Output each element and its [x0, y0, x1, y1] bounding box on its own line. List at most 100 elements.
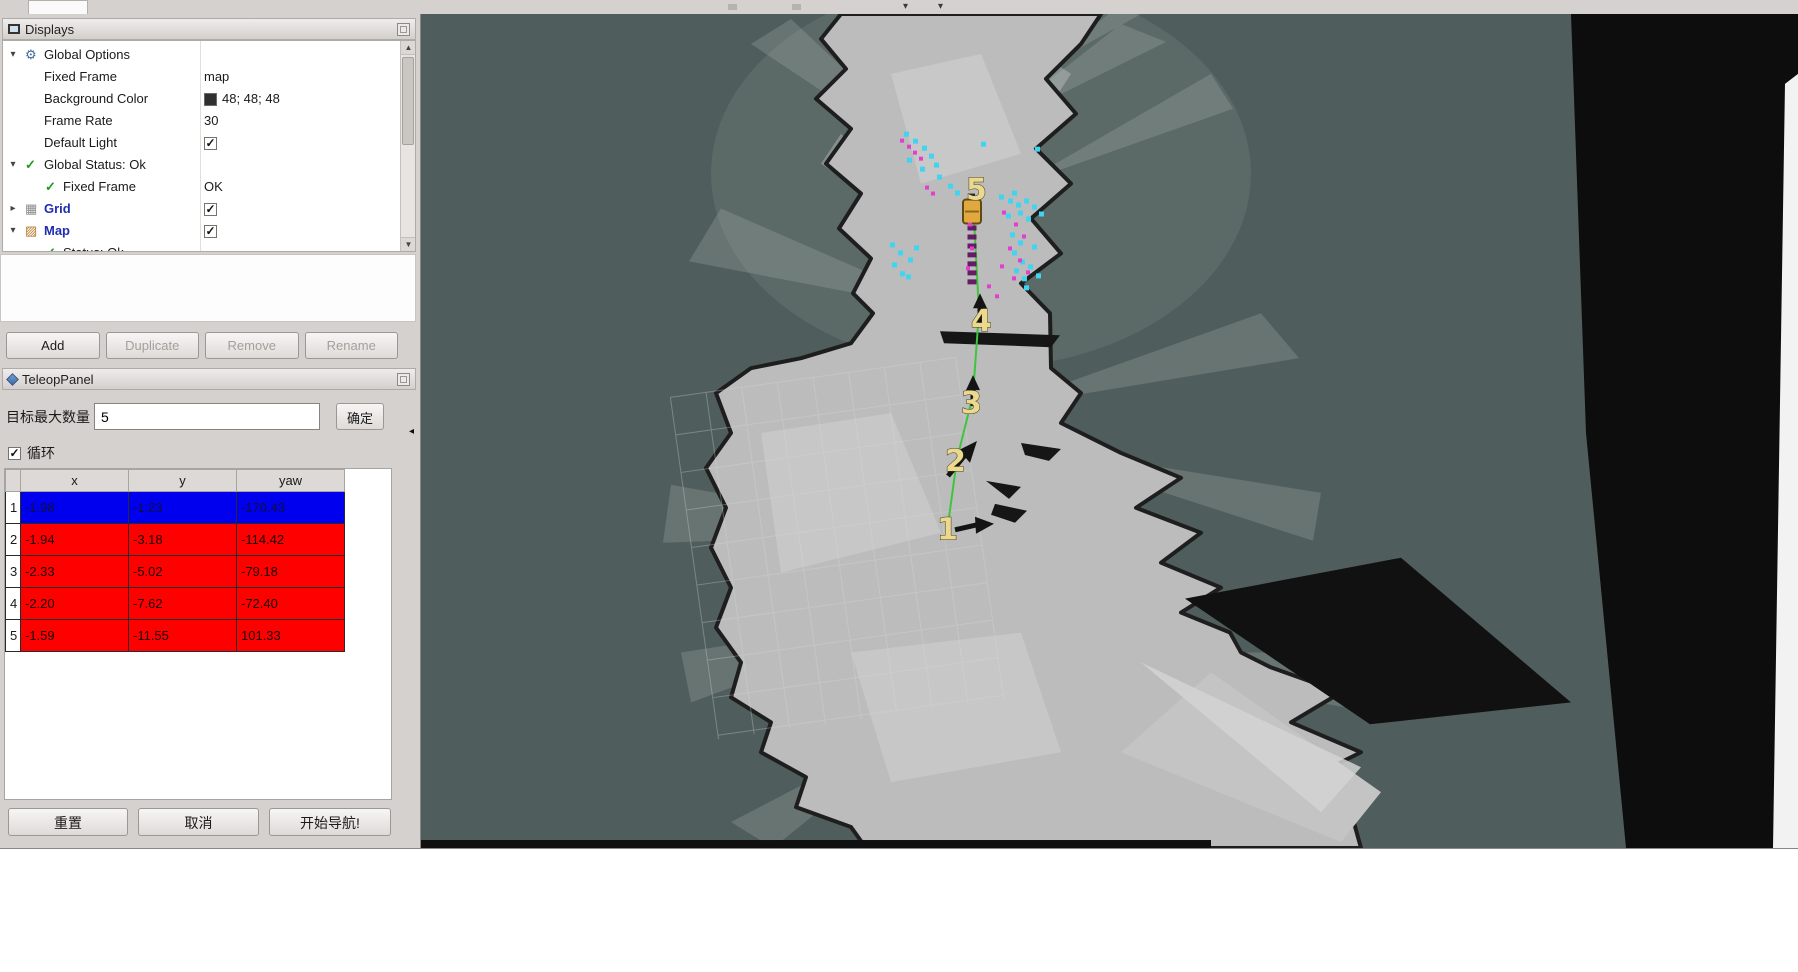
- expander-icon[interactable]: ▾: [7, 154, 19, 176]
- table-row[interactable]: 1 -1.98 -1.23 -170.43: [6, 492, 345, 524]
- fixed-frame-status-value: OK: [204, 176, 223, 198]
- default-light-checkbox[interactable]: ✓: [204, 137, 217, 150]
- scroll-down-icon[interactable]: ▼: [401, 237, 416, 251]
- float-panel-button[interactable]: [397, 373, 410, 386]
- waypoint-label-2: 2: [945, 444, 966, 479]
- reset-button[interactable]: 重置: [8, 808, 128, 836]
- tree-label: Fixed Frame: [63, 176, 136, 198]
- dropdown-caret-icon[interactable]: ▾: [903, 0, 908, 14]
- column-header-y[interactable]: y: [129, 470, 237, 492]
- row-index[interactable]: 1: [6, 492, 21, 524]
- loop-checkbox[interactable]: ✓: [8, 447, 21, 460]
- table-row[interactable]: 5 -1.59 -11.55 101.33: [6, 620, 345, 652]
- cell-yaw[interactable]: 101.33: [237, 620, 345, 652]
- cell-x[interactable]: -2.20: [21, 588, 129, 620]
- waypoint-label-5: 5: [966, 173, 987, 208]
- tree-row-grid[interactable]: ▸ ▦ Grid ✓: [3, 198, 400, 220]
- row-index[interactable]: 4: [6, 588, 21, 620]
- confirm-button[interactable]: 确定: [336, 403, 384, 430]
- tree-scrollbar[interactable]: ▲ ▼: [400, 41, 415, 251]
- scrollbar-thumb[interactable]: [402, 57, 414, 145]
- expander-icon[interactable]: ▾: [7, 44, 19, 66]
- toolbar-button-icon[interactable]: [792, 4, 801, 10]
- scroll-up-icon[interactable]: ▲: [401, 41, 416, 55]
- tree-row-background-color[interactable]: Background Color 48; 48; 48: [3, 88, 400, 110]
- row-index[interactable]: 2: [6, 524, 21, 556]
- tree-row-map[interactable]: ▾ ▨ Map ✓: [3, 220, 400, 242]
- cell-y[interactable]: -3.18: [129, 524, 237, 556]
- tree-row-map-status-clipped[interactable]: ✓ Status: Ok: [3, 242, 400, 252]
- cell-x[interactable]: -1.59: [21, 620, 129, 652]
- teleop-panel-title: TeleopPanel: [2, 368, 416, 390]
- tree-label: Global Options: [44, 44, 130, 66]
- rviz-3d-view[interactable]: 1 2 3 4 5: [421, 14, 1798, 848]
- cell-x[interactable]: -2.33: [21, 556, 129, 588]
- corner-header: [6, 470, 21, 492]
- cell-y[interactable]: -7.62: [129, 588, 237, 620]
- waypoint-label-1: 1: [937, 513, 958, 548]
- cell-x[interactable]: -1.98: [21, 492, 129, 524]
- tree-label: Frame Rate: [44, 110, 113, 132]
- table-row[interactable]: 2 -1.94 -3.18 -114.42: [6, 524, 345, 556]
- tree-row-global-options[interactable]: ▾ ⚙ Global Options: [3, 44, 400, 66]
- cell-x[interactable]: -1.94: [21, 524, 129, 556]
- tree-label: Status: Ok: [63, 242, 124, 252]
- map-canvas: 1 2 3 4 5: [421, 14, 1798, 848]
- cell-yaw[interactable]: -79.18: [237, 556, 345, 588]
- toolbar-strip: ▾ ▾: [0, 0, 1798, 14]
- float-panel-button[interactable]: [397, 23, 410, 36]
- grid-enabled-checkbox[interactable]: ✓: [204, 203, 217, 216]
- waypoint-table-container: x y yaw 1 -1.98 -1.23 -170.43 2 -1.94: [4, 468, 392, 800]
- toolbar-button-icon[interactable]: [728, 4, 737, 10]
- goal-count-label: 目标最大数量: [6, 407, 90, 427]
- displays-panel-title: Displays: [2, 18, 416, 40]
- displays-tree: ▾ ⚙ Global Options Fixed Frame map Backg…: [2, 40, 416, 252]
- goal-count-input[interactable]: [94, 403, 320, 430]
- status-ok-icon: ✓: [45, 176, 56, 198]
- duplicate-display-button: Duplicate: [106, 332, 200, 359]
- tree-row-frame-rate[interactable]: Frame Rate 30: [3, 110, 400, 132]
- frame-rate-value[interactable]: 30: [204, 110, 218, 132]
- toolbar-tab[interactable]: [28, 0, 88, 14]
- remove-display-button: Remove: [205, 332, 299, 359]
- displays-icon: [8, 24, 20, 34]
- table-row[interactable]: 4 -2.20 -7.62 -72.40: [6, 588, 345, 620]
- add-display-button[interactable]: Add: [6, 332, 100, 359]
- cell-yaw[interactable]: -114.42: [237, 524, 345, 556]
- loop-checkbox-label: 循环: [27, 443, 55, 463]
- table-row[interactable]: 3 -2.33 -5.02 -79.18: [6, 556, 345, 588]
- color-swatch: [204, 93, 217, 106]
- column-header-x[interactable]: x: [21, 470, 129, 492]
- expander-icon[interactable]: ▾: [7, 220, 19, 242]
- row-index[interactable]: 5: [6, 620, 21, 652]
- left-panel: Displays ▾ ⚙ Global Options Fixed Frame …: [0, 14, 421, 848]
- column-header-yaw[interactable]: yaw: [237, 470, 345, 492]
- teleop-title-label: TeleopPanel: [22, 372, 94, 387]
- dropdown-caret-icon[interactable]: ▾: [938, 0, 943, 14]
- table-header-row: x y yaw: [6, 470, 345, 492]
- tree-label: Grid: [44, 198, 71, 220]
- map-enabled-checkbox[interactable]: ✓: [204, 225, 217, 238]
- cell-y[interactable]: -5.02: [129, 556, 237, 588]
- start-navigation-button[interactable]: 开始导航!: [269, 808, 391, 836]
- status-ok-icon: ✓: [45, 242, 56, 252]
- cell-yaw[interactable]: -170.43: [237, 492, 345, 524]
- teleop-panel-icon: [6, 373, 19, 386]
- cancel-button[interactable]: 取消: [138, 808, 259, 836]
- waypoint-table: x y yaw 1 -1.98 -1.23 -170.43 2 -1.94: [5, 469, 345, 652]
- panel-collapse-handle[interactable]: ◂: [409, 422, 419, 442]
- cell-y[interactable]: -1.23: [129, 492, 237, 524]
- tree-row-default-light[interactable]: Default Light ✓: [3, 132, 400, 154]
- expander-icon[interactable]: ▸: [7, 198, 19, 220]
- cell-yaw[interactable]: -72.40: [237, 588, 345, 620]
- tree-row-fixed-frame[interactable]: Fixed Frame map: [3, 66, 400, 88]
- tree-row-global-status[interactable]: ▾ ✓ Global Status: Ok: [3, 154, 400, 176]
- cell-y[interactable]: -11.55: [129, 620, 237, 652]
- tree-row-fixed-frame-status[interactable]: ✓ Fixed Frame OK: [3, 176, 400, 198]
- fixed-frame-value[interactable]: map: [204, 66, 229, 88]
- row-index[interactable]: 3: [6, 556, 21, 588]
- tree-label: Fixed Frame: [44, 66, 117, 88]
- tree-label: Map: [44, 220, 70, 242]
- background-color-value[interactable]: 48; 48; 48: [204, 88, 280, 110]
- status-ok-icon: ✓: [25, 154, 36, 176]
